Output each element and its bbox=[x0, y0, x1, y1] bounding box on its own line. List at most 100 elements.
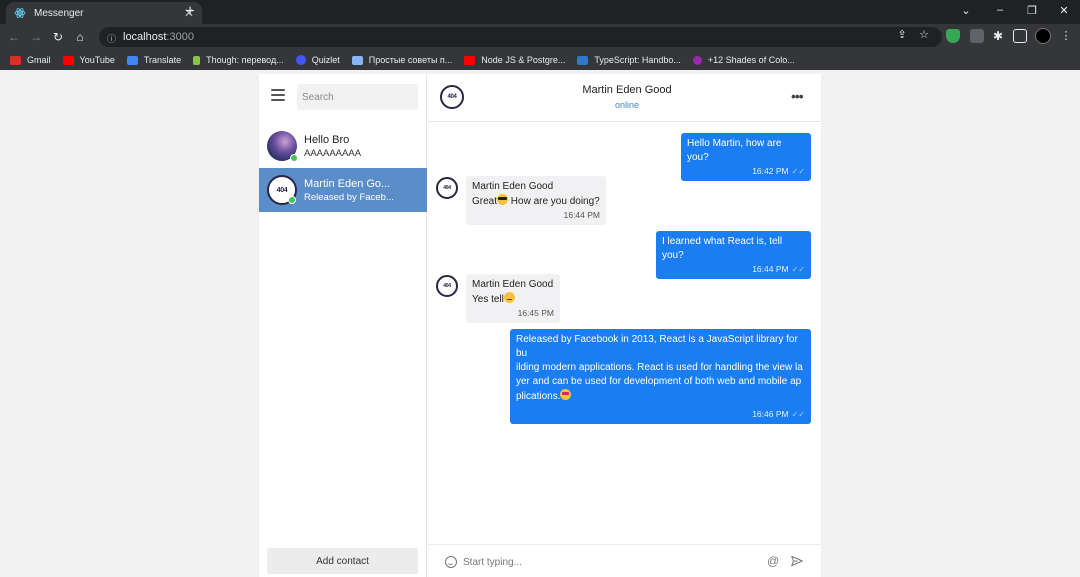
typescript-icon bbox=[577, 55, 589, 65]
message-time-text: 16:44 PM bbox=[752, 264, 789, 274]
bookmark-gmail[interactable]: Gmail bbox=[10, 55, 51, 65]
bookmark-label: Gmail bbox=[27, 55, 51, 65]
read-check-icon: ✓✓ bbox=[791, 410, 805, 419]
bookmark-translate[interactable]: Translate bbox=[126, 55, 182, 65]
message-text: Great bbox=[472, 196, 498, 207]
message-text-line: plications. bbox=[516, 391, 561, 402]
read-check-icon: ✓✓ bbox=[791, 265, 805, 274]
message-outgoing: I learned what React is, tell you? 16:44… bbox=[656, 231, 811, 279]
contact-last-message: Released by Faceb... bbox=[304, 191, 394, 203]
site-info-icon[interactable]: ⓘ bbox=[107, 32, 117, 44]
message-sender: Martin Eden Good bbox=[472, 279, 554, 290]
new-tab-icon[interactable]: + bbox=[182, 4, 198, 20]
bookmark-label: Though: перевод... bbox=[206, 55, 284, 65]
contact-name: Martin Eden Go... bbox=[304, 177, 391, 190]
search-input[interactable] bbox=[297, 84, 418, 110]
profile-avatar[interactable] bbox=[1035, 28, 1051, 44]
chat-title: Martin Eden Good bbox=[582, 84, 672, 96]
translate-icon bbox=[126, 55, 138, 65]
puzzle-icon[interactable]: ✱ bbox=[991, 29, 1005, 43]
chat-header: 404 Martin Eden Good online ••• bbox=[428, 74, 821, 122]
shield-extension-icon[interactable] bbox=[946, 29, 960, 43]
contact-item-martin[interactable]: 404 Martin Eden Go... Released by Faceb.… bbox=[259, 168, 427, 212]
bookmark-label: Translate bbox=[143, 55, 182, 65]
youtube-icon bbox=[464, 55, 476, 65]
url-text: localhost:3000 bbox=[123, 31, 194, 43]
message-time: 16:45 PM bbox=[517, 308, 554, 318]
chrome-menu-icon[interactable]: ⋮ bbox=[1059, 29, 1073, 42]
message-text: Hello Martin, how are you? bbox=[687, 138, 782, 163]
reload-icon[interactable]: ↻ bbox=[50, 29, 66, 45]
shades-icon bbox=[692, 55, 702, 65]
bookmark-label: Простые советы п... bbox=[368, 55, 453, 65]
message-time: 16:42 PM ✓✓ bbox=[687, 166, 805, 177]
forward-icon[interactable]: → bbox=[28, 29, 44, 45]
minimize-icon[interactable]: – bbox=[992, 4, 1008, 16]
restore-icon[interactable]: ❐ bbox=[1024, 4, 1040, 17]
url-host: localhost bbox=[123, 31, 167, 43]
contact-item-hello-bro[interactable]: Hello Bro AAAAAAAAA bbox=[259, 124, 427, 168]
message-incoming: Martin Eden Good Great How are you doing… bbox=[466, 176, 606, 225]
message-time: 16:46 PM ✓✓ bbox=[516, 409, 805, 420]
send-icon[interactable] bbox=[790, 554, 804, 568]
browser-toolbar: ← → ↻ ⌂ ⓘ localhost:3000 ⇪ ☆ bbox=[0, 24, 1080, 50]
add-contact-button[interactable]: Add contact bbox=[267, 548, 418, 574]
tab-title: Messenger bbox=[34, 7, 84, 19]
bookmark-shades[interactable]: +12 Shades of Colo... bbox=[692, 55, 795, 65]
message-outgoing: Hello Martin, how are you? 16:42 PM ✓✓ bbox=[681, 133, 811, 181]
home-icon[interactable]: ⌂ bbox=[72, 29, 88, 45]
bookmark-tips[interactable]: Простые советы п... bbox=[351, 55, 453, 65]
message-avatar: 404 bbox=[436, 275, 458, 297]
bookmark-label: YouTube bbox=[79, 55, 115, 65]
hamburger-menu-icon[interactable] bbox=[270, 87, 286, 103]
message-incoming: Martin Eden Good Yes tell 16:45 PM bbox=[466, 274, 560, 323]
tab-search-icon[interactable]: ⌄ bbox=[958, 4, 974, 17]
bookmark-quizlet[interactable]: Quizlet bbox=[295, 55, 340, 65]
message-text-line: Released by Facebook in 2013, React is a… bbox=[516, 334, 798, 359]
bookmark-node[interactable]: Node JS & Postgre... bbox=[464, 55, 565, 65]
react-icon bbox=[14, 7, 26, 19]
bookmark-youtube[interactable]: YouTube bbox=[62, 55, 115, 65]
avatar-logo-text: 404 bbox=[276, 186, 288, 194]
bookmark-though[interactable]: Though: перевод... bbox=[193, 55, 284, 65]
avatar-logo-text: 404 bbox=[443, 283, 451, 289]
bookmark-label: Quizlet bbox=[311, 55, 340, 65]
star-eyes-emoji-icon bbox=[560, 389, 572, 400]
back-icon[interactable]: ← bbox=[6, 29, 22, 45]
side-panel-icon[interactable] bbox=[1013, 29, 1027, 43]
url-port: :3000 bbox=[166, 31, 194, 43]
bookmark-typescript[interactable]: TypeScript: Handbo... bbox=[577, 55, 681, 65]
avatar-logo-text: 404 bbox=[443, 185, 451, 191]
bookmark-label: +12 Shades of Colo... bbox=[707, 55, 795, 65]
though-icon bbox=[193, 55, 201, 65]
message-outgoing: Released by Facebook in 2013, React is a… bbox=[510, 329, 811, 424]
online-indicator bbox=[288, 196, 296, 204]
more-options-icon[interactable]: ••• bbox=[791, 88, 804, 104]
youtube-icon bbox=[62, 55, 74, 65]
share-icon[interactable]: ⇪ bbox=[895, 28, 909, 41]
contact-last-message: AAAAAAAAA bbox=[304, 147, 362, 159]
messenger-app: Hello Bro AAAAAAAAA 404 Martin Eden Go..… bbox=[259, 74, 821, 577]
close-window-icon[interactable]: ✕ bbox=[1056, 4, 1072, 17]
message-input[interactable] bbox=[463, 553, 753, 571]
browser-tabbar: Messenger ✕ + ⌄ – ❐ ✕ bbox=[0, 0, 1080, 24]
sidebar: Hello Bro AAAAAAAAA 404 Martin Eden Go..… bbox=[259, 74, 427, 577]
address-bar[interactable]: ⓘ localhost:3000 bbox=[99, 27, 942, 47]
thinking-emoji-icon bbox=[503, 292, 515, 303]
message-avatar: 404 bbox=[436, 177, 458, 199]
message-text-after: How are you doing? bbox=[508, 196, 600, 207]
bookmark-star-icon[interactable]: ☆ bbox=[917, 28, 931, 41]
emoji-picker-icon[interactable] bbox=[445, 556, 457, 568]
chat-panel: 404 Martin Eden Good online ••• Hello Ma… bbox=[428, 74, 821, 577]
sunglasses-emoji-icon bbox=[497, 194, 509, 205]
gmail-icon bbox=[10, 55, 21, 65]
avatar: 404 bbox=[267, 175, 297, 205]
tips-icon bbox=[351, 55, 363, 65]
message-time: 16:44 PM ✓✓ bbox=[662, 264, 805, 275]
browser-tab[interactable]: Messenger ✕ bbox=[6, 2, 202, 24]
bookmark-label: Node JS & Postgre... bbox=[481, 55, 566, 65]
extension-icon[interactable] bbox=[970, 29, 984, 43]
bookmark-label: TypeScript: Handbo... bbox=[594, 55, 681, 65]
read-check-icon: ✓✓ bbox=[791, 167, 805, 176]
mention-icon[interactable]: @ bbox=[767, 554, 779, 568]
